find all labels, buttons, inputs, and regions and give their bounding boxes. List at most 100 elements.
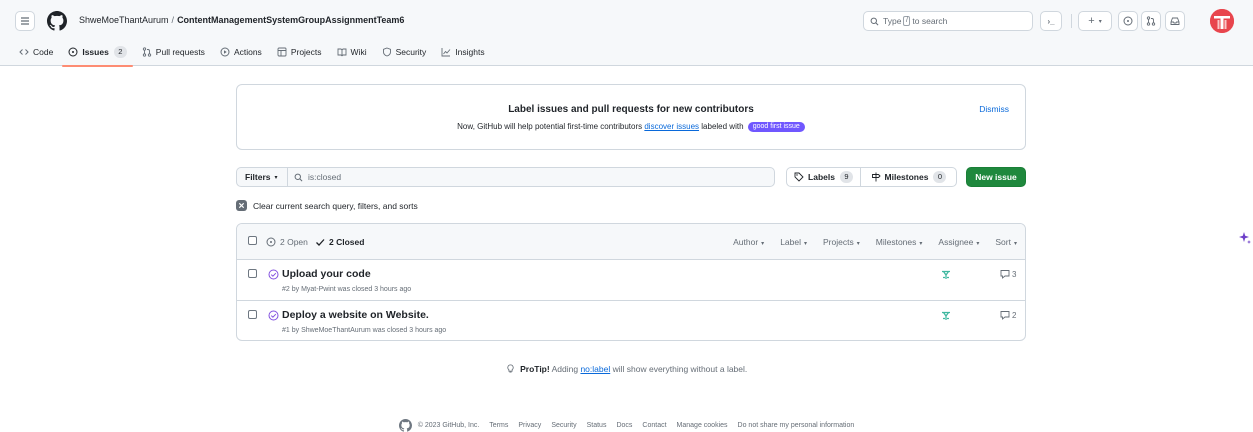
check-icon [316, 239, 325, 246]
issue-title-link[interactable]: Deploy a website on Website. [282, 309, 429, 321]
repo-owner-link[interactable]: ShweMoeThantAurum [79, 15, 169, 25]
select-all-checkbox[interactable] [248, 236, 257, 245]
chevron-down-icon: ▾ [919, 241, 923, 247]
comment-count: 2 [1012, 310, 1017, 320]
tab-security-label: Security [395, 47, 427, 57]
filters-dropdown[interactable]: Filters ▾ [236, 167, 288, 187]
chevron-down-icon: ▾ [1098, 18, 1102, 25]
no-label-link[interactable]: no:label [580, 364, 610, 374]
good-first-issue-label[interactable]: good first issue [747, 122, 805, 132]
issue-closed-icon [268, 310, 279, 321]
user-avatar[interactable] [1210, 9, 1234, 33]
issue-search-input[interactable] [308, 172, 708, 182]
milestones-button[interactable]: Milestones 0 [860, 167, 957, 187]
assignee-menu[interactable]: Assignee ▾ [938, 237, 979, 247]
global-search-input[interactable]: Type / to search [863, 11, 1033, 31]
assignee-avatar-icon[interactable] [940, 310, 952, 322]
issue-row: Deploy a website on Website. #1 by ShweM… [237, 301, 1025, 340]
tab-issues-label: Issues [82, 47, 109, 57]
footer-link-do-not-share[interactable]: Do not share my personal information [738, 422, 855, 429]
list-sort-menus: Author ▾ Label ▾ Projects ▾ Milestones ▾ Ass… [717, 237, 1017, 247]
footer-link-status[interactable]: Status [587, 422, 607, 429]
issue-opened-icon [266, 237, 276, 247]
tab-insights[interactable]: Insights [435, 43, 490, 61]
issue-search-field[interactable] [287, 167, 775, 187]
author-menu[interactable]: Author ▾ [733, 237, 764, 247]
github-logo-icon[interactable] [47, 11, 67, 31]
new-issue-button[interactable]: New issue [966, 167, 1026, 187]
clear-filters-label: Clear current search query, filters, and… [253, 200, 418, 211]
tab-projects[interactable]: Projects [271, 43, 328, 61]
new-contributors-banner: Label issues and pull requests for new c… [236, 84, 1026, 150]
assignee-avatar-icon[interactable] [940, 269, 952, 281]
plus-icon: + [1088, 15, 1095, 27]
issue-opened-icon [68, 47, 78, 57]
pull-requests-shortcut-button[interactable] [1141, 11, 1161, 31]
chevron-down-icon: ▾ [804, 241, 808, 247]
comment-icon [1000, 270, 1010, 279]
issues-list-header: 2 Open 2 Closed Author ▾ Label ▾ Projects ▾… [237, 224, 1025, 260]
filters-label: Filters [245, 172, 271, 182]
discover-issues-link[interactable]: discover issues [644, 122, 699, 131]
search-placeholder-suffix: to search [912, 16, 948, 26]
inbox-icon [1170, 17, 1180, 25]
tab-pull-requests-label: Pull requests [155, 47, 205, 57]
chevron-down-icon: ▾ [274, 174, 278, 181]
pull-request-icon [142, 47, 151, 57]
search-shortcut-key: / [903, 16, 911, 26]
app-header: ShweMoeThantAurum / ContentManagementSyste… [0, 0, 1253, 67]
milestones-menu[interactable]: Milestones ▾ [876, 237, 923, 247]
labels-button[interactable]: Labels 9 [786, 167, 861, 187]
footer-link-security[interactable]: Security [551, 422, 576, 429]
sort-menu[interactable]: Sort ▾ [995, 237, 1017, 247]
tab-code-label: Code [33, 47, 54, 57]
inbox-button[interactable] [1165, 11, 1185, 31]
issues-shortcut-button[interactable] [1118, 11, 1138, 31]
protip-text-after: will show everything without a label. [612, 364, 748, 374]
banner-text: Now, GitHub will help potential first-ti… [237, 122, 1025, 132]
search-placeholder-prefix: Type [883, 16, 902, 26]
menu-button[interactable] [15, 11, 35, 31]
search-icon [294, 173, 303, 181]
footer-link-privacy[interactable]: Privacy [518, 422, 541, 429]
tab-pull-requests[interactable]: Pull requests [136, 43, 211, 61]
chevron-down-icon: ▾ [976, 241, 980, 247]
breadcrumb-separator: / [171, 15, 175, 25]
avatar-image-icon [1210, 9, 1234, 33]
close-icon [236, 200, 247, 211]
chevron-down-icon: ▾ [761, 241, 765, 247]
footer-link-docs[interactable]: Docs [616, 422, 632, 429]
pull-request-icon [1146, 16, 1156, 26]
tag-icon [794, 172, 804, 182]
github-logo-icon[interactable] [398, 419, 412, 432]
footer-link-manage-cookies[interactable]: Manage cookies [677, 422, 728, 429]
tab-actions[interactable]: Actions [214, 43, 268, 61]
issue-title-link[interactable]: Upload your code [282, 268, 371, 280]
milestones-count-badge: 0 [933, 171, 947, 183]
tab-wiki[interactable]: Wiki [331, 43, 373, 61]
repo-name-link[interactable]: ContentManagementSystemGroupAssignmentTe… [177, 15, 404, 25]
label-menu[interactable]: Label ▾ [780, 237, 807, 247]
projects-menu[interactable]: Projects ▾ [823, 237, 860, 247]
command-palette-button[interactable]: ›_ [1040, 11, 1062, 31]
tab-issues[interactable]: Issues 2 [62, 43, 134, 67]
dismiss-button[interactable]: Dismiss [979, 104, 1009, 114]
labels-label: Labels [808, 172, 835, 182]
milestone-icon [871, 172, 881, 182]
tab-security[interactable]: Security [376, 43, 433, 61]
clear-filters-link[interactable]: Clear current search query, filters, and… [236, 200, 418, 211]
copilot-sparkle-icon[interactable] [1238, 231, 1252, 245]
footer-link-terms[interactable]: Terms [489, 422, 508, 429]
closed-issues-filter[interactable]: 2 Closed [315, 237, 364, 247]
tab-insights-label: Insights [455, 47, 485, 57]
create-new-button[interactable]: + ▾ [1078, 11, 1112, 31]
footer-link-contact[interactable]: Contact [642, 422, 666, 429]
issue-checkbox[interactable] [248, 310, 257, 319]
open-issues-filter[interactable]: 2 Open [266, 237, 308, 247]
comments-link[interactable]: 2 [1000, 310, 1016, 320]
sort-menu-label: Sort [995, 237, 1011, 247]
tab-code[interactable]: Code [13, 43, 59, 61]
code-icon [19, 49, 29, 55]
comments-link[interactable]: 3 [1000, 269, 1016, 279]
issue-checkbox[interactable] [248, 269, 257, 278]
